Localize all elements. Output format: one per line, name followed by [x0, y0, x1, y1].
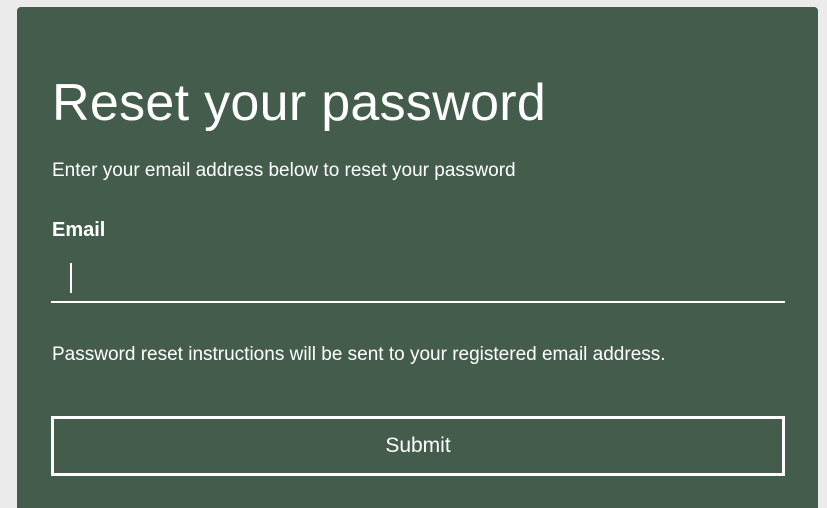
page-title: Reset your password — [52, 74, 547, 132]
email-field[interactable] — [51, 257, 785, 303]
reset-password-panel: Reset your password Enter your email add… — [17, 7, 818, 508]
email-label: Email — [52, 219, 106, 241]
text-cursor — [70, 263, 72, 293]
submit-button[interactable]: Submit — [51, 416, 785, 476]
reset-hint-text: Password reset instructions will be sent… — [52, 344, 666, 365]
instructions-text: Enter your email address below to reset … — [52, 160, 516, 181]
